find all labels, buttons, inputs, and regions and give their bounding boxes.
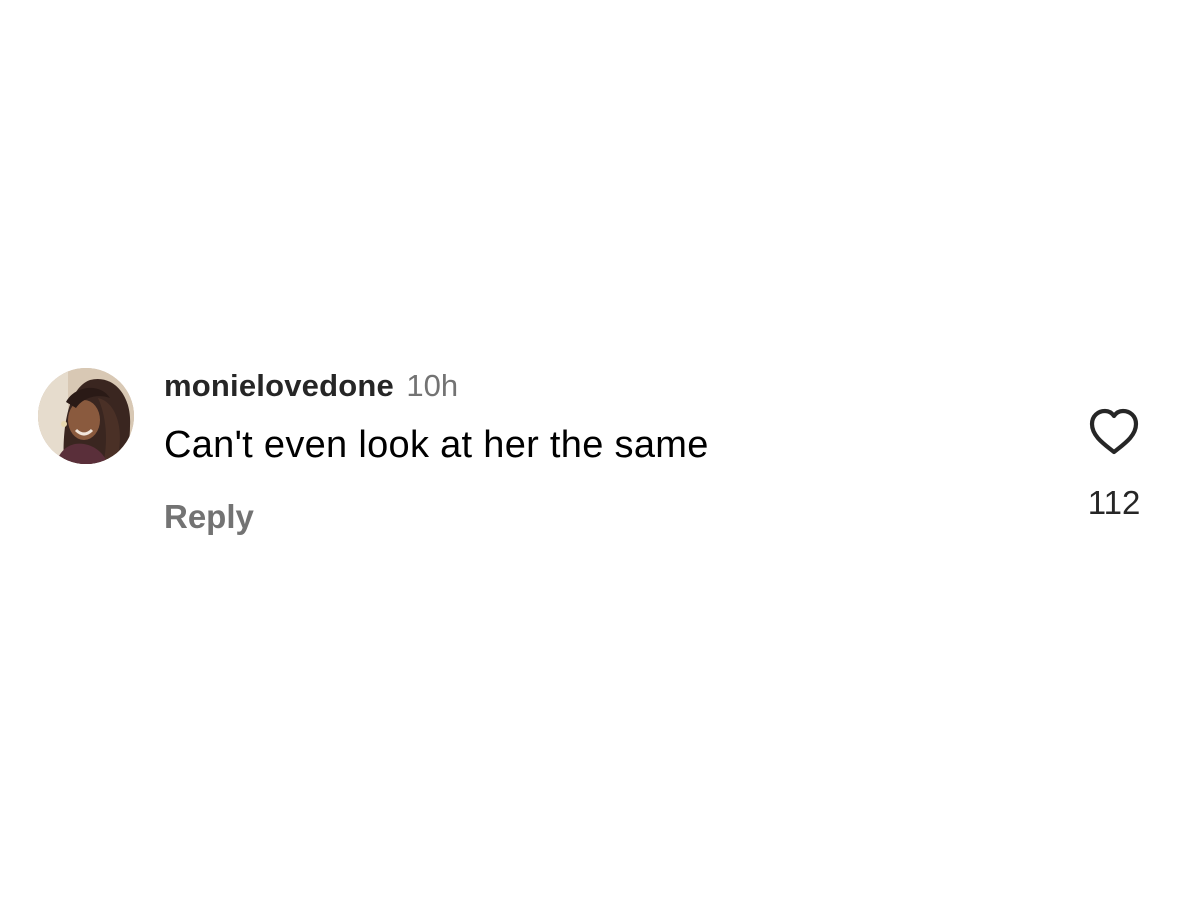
comment-timestamp: 10h xyxy=(406,368,459,403)
comment-text: Can't even look at her the same xyxy=(164,424,709,466)
username[interactable]: monielovedone xyxy=(164,368,394,403)
comment-item: monielovedone 10h Can't even look at her… xyxy=(0,0,1200,900)
heart-outline-icon xyxy=(1089,408,1139,455)
avatar-image xyxy=(38,368,134,464)
comment-header: monielovedone 10h xyxy=(164,366,458,406)
avatar[interactable] xyxy=(38,368,134,464)
reply-button[interactable]: Reply xyxy=(164,496,254,538)
like-button[interactable] xyxy=(1086,406,1142,458)
like-count: 112 xyxy=(1087,484,1141,521)
